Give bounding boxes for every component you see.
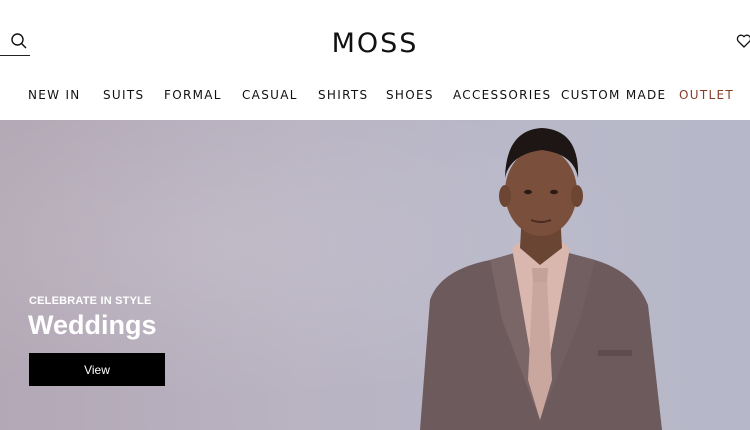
- nav-item-suits[interactable]: SUITS: [103, 88, 144, 102]
- nav-item-outlet[interactable]: OUTLET: [679, 88, 734, 102]
- brand-logo[interactable]: MOSS: [0, 28, 750, 59]
- nav-item-shirts[interactable]: SHIRTS: [318, 88, 368, 102]
- hero-model-image: [420, 128, 662, 430]
- nav-item-accessories[interactable]: ACCESSORIES: [453, 88, 551, 102]
- nav-item-shoes[interactable]: SHOES: [386, 88, 434, 102]
- nav-item-formal[interactable]: FORMAL: [164, 88, 222, 102]
- hero-banner[interactable]: CELEBRATE IN STYLE Weddings View: [0, 120, 750, 430]
- site-header: MOSS NEW IN SUITS FORMAL CASUAL SHIRTS S…: [0, 0, 750, 120]
- nav-item-casual[interactable]: CASUAL: [242, 88, 298, 102]
- nav-item-new-in[interactable]: NEW IN: [28, 88, 81, 102]
- hero-title: Weddings: [28, 310, 157, 340]
- view-button[interactable]: View: [29, 353, 165, 386]
- hero-eyebrow: CELEBRATE IN STYLE: [29, 295, 152, 307]
- heart-icon[interactable]: [736, 33, 750, 49]
- main-nav: NEW IN SUITS FORMAL CASUAL SHIRTS SHOES …: [0, 88, 750, 106]
- nav-item-custom-made[interactable]: CUSTOM MADE: [561, 88, 666, 102]
